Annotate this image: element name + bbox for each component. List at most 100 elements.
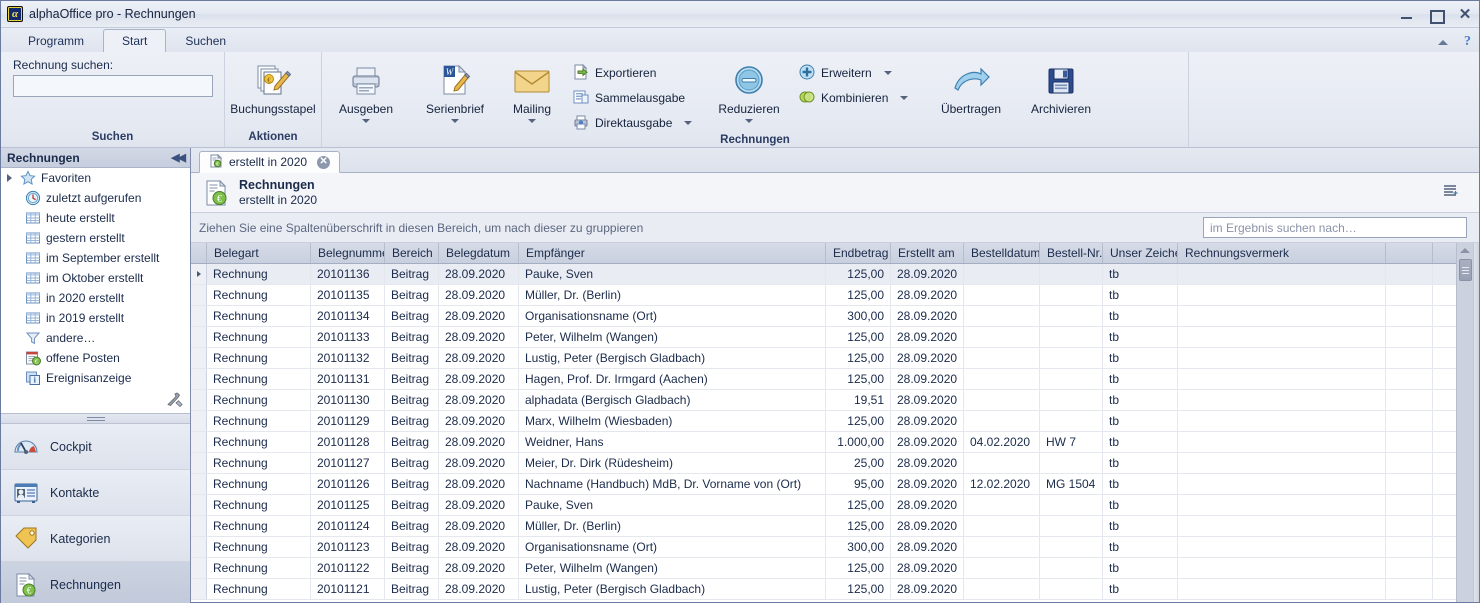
serienbrief-button[interactable]: W Serienbrief <box>411 58 499 123</box>
table-row[interactable]: Rechnung 20101132 Beitrag 28.09.2020 Lustig,… <box>191 348 1456 369</box>
sidebar-item-label: Ereignisanzeige <box>46 371 132 385</box>
sidebar-item-kontakte[interactable]: Kontakte <box>1 470 190 516</box>
table-row[interactable]: Rechnung 20101135 Beitrag 28.09.2020 Müller,… <box>191 285 1456 306</box>
grid-column-header-filler[interactable] <box>1386 243 1433 263</box>
ribbon-group-title-suchen: Suchen <box>91 131 134 143</box>
grid-column-header-empfaenger[interactable]: Empfänger <box>519 243 826 263</box>
sidebar-item-andere[interactable]: andere… <box>1 328 190 348</box>
grid-column-header-bestell_nr[interactable]: Bestell-Nr. <box>1040 243 1103 263</box>
grid-column-header-belegart[interactable]: Belegart <box>207 243 311 263</box>
grid-cell-unser_zeichen: tb <box>1103 306 1178 326</box>
grid-column-header-endbetrag[interactable]: Endbetrag <box>826 243 891 263</box>
sidebar-item-zuletzt-aufgerufen[interactable]: zuletzt aufgerufen <box>1 188 190 208</box>
sidebar-item-cockpit[interactable]: Cockpit <box>1 424 190 470</box>
sammelausgabe-button[interactable]: Sammelausgabe <box>573 88 699 108</box>
grid-column-header-bereich[interactable]: Bereich <box>385 243 439 263</box>
tools-icon[interactable] <box>167 392 183 410</box>
table-row[interactable]: Rechnung 20101130 Beitrag 28.09.2020 alphada… <box>191 390 1456 411</box>
find-in-results-input[interactable]: im Ergebnis suchen nach… <box>1203 217 1467 238</box>
grid-column-header-indicator[interactable] <box>191 243 207 263</box>
ausgeben-button[interactable]: Ausgeben <box>322 58 410 123</box>
sidebar-item-rechnungen[interactable]: € Rechnungen <box>1 562 190 603</box>
close-tab-icon[interactable]: ✕ <box>317 155 331 169</box>
table-row[interactable]: Rechnung 20101133 Beitrag 28.09.2020 Peter, … <box>191 327 1456 348</box>
table-row[interactable]: Rechnung 20101128 Beitrag 28.09.2020 Weidner… <box>191 432 1456 453</box>
mailing-dropdown-icon[interactable] <box>528 119 536 123</box>
minimize-icon[interactable] <box>1399 7 1415 23</box>
document-tab-erstellt-in-2020[interactable]: € erstellt in 2020 ✕ <box>199 151 341 173</box>
erweitern-button[interactable]: Erweitern <box>799 63 918 83</box>
search-input[interactable] <box>13 75 213 97</box>
sidebar-item-favoriten[interactable]: Favoriten <box>1 168 190 188</box>
kombinieren-dropdown-icon[interactable] <box>900 96 909 100</box>
reduzieren-dropdown-icon[interactable] <box>745 119 753 123</box>
table-row[interactable]: Rechnung 20101123 Beitrag 28.09.2020 Organis… <box>191 537 1456 558</box>
table-row[interactable]: Rechnung 20101122 Beitrag 28.09.2020 Peter, … <box>191 558 1456 579</box>
ausgeben-dropdown-icon[interactable] <box>362 119 370 123</box>
group-by-bar[interactable]: Ziehen Sie eine Spaltenüberschrift in di… <box>191 213 1479 243</box>
grid-column-header-bestelldatum[interactable]: Bestelldatum <box>964 243 1040 263</box>
table-row[interactable]: Rechnung 20101134 Beitrag 28.09.2020 Organis… <box>191 306 1456 327</box>
uebertragen-button[interactable]: Übertragen <box>927 58 1015 116</box>
sidebar-item-im-oktober-erstellt[interactable]: im Oktober erstellt <box>1 268 190 288</box>
sidebar-item-in-2020-erstellt[interactable]: in 2020 erstellt <box>1 288 190 308</box>
grid-column-header-belegdatum[interactable]: Belegdatum <box>439 243 519 263</box>
close-icon[interactable]: ✕ <box>1457 6 1473 23</box>
scroll-up-icon[interactable] <box>1460 248 1470 253</box>
window-scroll-track[interactable] <box>1473 243 1479 602</box>
table-row[interactable]: Rechnung 20101124 Beitrag 28.09.2020 Müller,… <box>191 516 1456 537</box>
table-row[interactable]: Rechnung 20101136 Beitrag 28.09.2020 Pauke, … <box>191 264 1456 285</box>
table-row[interactable]: Rechnung 20101121 Beitrag 28.09.2020 Lustig,… <box>191 579 1456 600</box>
sidebar-item-offene-posten[interactable]: € offene Posten <box>1 348 190 368</box>
grid-column-header-erstellt_am[interactable]: Erstellt am <box>891 243 964 263</box>
erweitern-dropdown-icon[interactable] <box>883 71 892 75</box>
sidebar-item-ereignisanzeige[interactable]: i Ereignisanzeige <box>1 368 190 388</box>
direktausgabe-dropdown-icon[interactable] <box>684 121 693 125</box>
grid-cell-bestelldatum <box>964 537 1040 557</box>
grid-column-header-belegnummer[interactable]: Belegnummer <box>311 243 385 263</box>
table-row[interactable]: Rechnung 20101125 Beitrag 28.09.2020 Pauke, … <box>191 495 1456 516</box>
reduzieren-button[interactable]: Reduzieren <box>708 58 790 123</box>
expand-arrow-icon[interactable] <box>7 174 16 182</box>
grid-cell-filler <box>1386 579 1433 599</box>
scrollbar-thumb[interactable] <box>1458 259 1472 281</box>
grid-cell-rechnungsvermerk <box>1178 285 1386 305</box>
grid-column-header-unser_zeichen[interactable]: Unser Zeichen <box>1103 243 1178 263</box>
ribbon-tab-suchen[interactable]: Suchen <box>166 29 245 52</box>
table-row[interactable]: Rechnung 20101129 Beitrag 28.09.2020 Marx, W… <box>191 411 1456 432</box>
grid-cell-belegnummer: 20101128 <box>311 432 385 452</box>
table-row[interactable]: Rechnung 20101131 Beitrag 28.09.2020 Hagen, … <box>191 369 1456 390</box>
grid-cell-bestell_nr <box>1040 558 1103 578</box>
sidebar-splitter[interactable] <box>1 414 190 424</box>
sidebar-item-kategorien[interactable]: Kategorien <box>1 516 190 562</box>
document-tab-bar: € erstellt in 2020 ✕ <box>191 148 1479 173</box>
maximize-icon[interactable] <box>1428 7 1445 24</box>
table-row[interactable]: Rechnung 20101126 Beitrag 28.09.2020 Nachnam… <box>191 474 1456 495</box>
sidebar-item-im-september-erstellt[interactable]: im September erstellt <box>1 248 190 268</box>
archivieren-button[interactable]: Archivieren <box>1016 58 1106 116</box>
vertical-scrollbar[interactable] <box>1456 243 1473 602</box>
table-row[interactable]: Rechnung 20101127 Beitrag 28.09.2020 Meier, … <box>191 453 1456 474</box>
direktausgabe-button[interactable]: Direktausgabe <box>573 113 699 133</box>
grid-column-header-rechnungsvermerk[interactable]: Rechnungsvermerk <box>1178 243 1386 263</box>
ribbon-tab-start[interactable]: Start <box>103 29 167 52</box>
sidebar-item-heute-erstellt[interactable]: heute erstellt <box>1 208 190 228</box>
ribbon-tab-programm[interactable]: Programm <box>9 29 103 52</box>
help-icon[interactable]: ? <box>1464 34 1471 50</box>
exportieren-button[interactable]: Exportieren <box>573 63 699 83</box>
grid-cell-bereich: Beitrag <box>385 537 439 557</box>
buchungsstapel-button[interactable]: € Buchungsstapel <box>229 58 317 116</box>
grid-wrapper: BelegartBelegnummerBereichBelegdatumEmpf… <box>191 243 1479 602</box>
grid-cell-belegnummer: 20101135 <box>311 285 385 305</box>
serienbrief-dropdown-icon[interactable] <box>451 119 459 123</box>
sidebar-collapse-icon[interactable]: ◀◀ <box>171 151 186 164</box>
column-chooser-icon[interactable] <box>1443 184 1471 202</box>
grid-cell-unser_zeichen: tb <box>1103 369 1178 389</box>
sidebar-item-gestern-erstellt[interactable]: gestern erstellt <box>1 228 190 248</box>
mailing-button[interactable]: Mailing <box>499 58 565 123</box>
kombinieren-button[interactable]: Kombinieren <box>799 88 918 108</box>
grid-cell-bereich: Beitrag <box>385 558 439 578</box>
grid-cell-filler <box>1386 495 1433 515</box>
collapse-ribbon-icon[interactable] <box>1438 39 1448 45</box>
sidebar-item-in-2019-erstellt[interactable]: in 2019 erstellt <box>1 308 190 328</box>
